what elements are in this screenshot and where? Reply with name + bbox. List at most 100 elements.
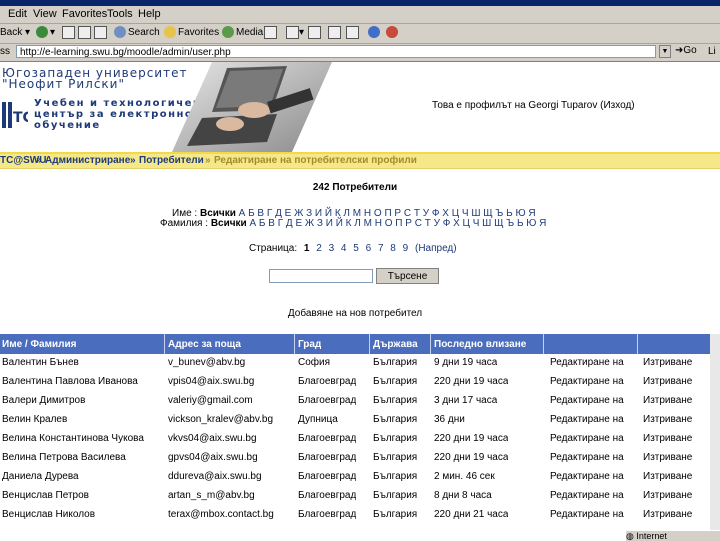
delete-user-link[interactable]: Изтриване [643,490,692,501]
star-icon [164,26,176,39]
delete-user-link[interactable]: Изтриване [643,452,692,463]
delete-user-link[interactable]: Изтриване [643,376,692,387]
user-email[interactable]: vickson_kralev@abv.bg [168,414,292,425]
edit-user-link[interactable]: Редактиране на [550,376,624,387]
discuss-button[interactable] [346,26,359,40]
user-email[interactable]: vpis04@aix.swu.bg [168,376,292,387]
page-next-link[interactable]: (Напред) [415,243,457,254]
logged-in-info[interactable]: Това е профилът на Georgi Tuparov (Изход… [432,100,635,111]
refresh-icon [78,26,91,39]
search-submit-button[interactable]: Търсене [376,268,439,284]
research-button[interactable] [386,26,400,40]
column-header-last-access[interactable]: Последно влизане [434,339,526,350]
go-button[interactable]: ➜Go [675,45,697,56]
user-name[interactable]: Валери Димитров [2,395,162,406]
column-header-city[interactable]: Град [298,339,321,350]
messenger-button[interactable] [368,26,382,40]
home-button[interactable] [94,26,107,40]
delete-user-link[interactable]: Изтриване [643,433,692,444]
user-email[interactable]: terax@mbox.contact.bg [168,509,292,520]
page-link-1[interactable]: 1 [304,243,310,254]
table-row: Валентина Павлова Иванова vpis04@aix.swu… [0,373,710,391]
address-dropdown-button[interactable]: ▼ [659,45,671,58]
user-email[interactable]: vkvs04@aix.swu.bg [168,433,292,444]
page-link-3[interactable]: 3 [329,243,335,254]
user-country: България [373,395,418,406]
history-button[interactable] [264,26,277,40]
column-header-name[interactable]: Име / Фамилия [2,339,76,350]
user-name[interactable]: Венцислав Николов [2,509,162,520]
column-header-email[interactable]: Адрес за поща [168,339,241,350]
user-email[interactable]: artan_s_m@abv.bg [168,490,292,501]
page-link-7[interactable]: 7 [378,243,384,254]
search-button[interactable]: Search [114,26,160,40]
forward-button[interactable]: ▾ [36,26,55,40]
delete-user-link[interactable]: Изтриване [643,509,692,520]
taskbar-internet-zone: ◍ Internet [626,530,720,541]
links-toolbar[interactable]: Li [708,44,720,61]
add-user-link[interactable]: Добавяне на нов потребител [0,308,710,319]
research-icon [386,26,398,39]
column-header-country[interactable]: Държава [373,339,418,350]
favorites-button[interactable]: Favorites [164,26,219,40]
user-search-input[interactable] [269,269,373,283]
edit-user-link[interactable]: Редактиране на [550,357,624,368]
print-icon [308,26,321,39]
media-button[interactable]: Media [222,26,263,40]
delete-user-link[interactable]: Изтриване [643,357,692,368]
user-country: България [373,376,418,387]
media-icon [222,26,234,39]
search-icon [114,26,126,39]
page-link-2[interactable]: 2 [316,243,322,254]
address-input[interactable]: http://e-learning.swu.bg/moodle/admin/us… [16,45,656,58]
edit-user-link[interactable]: Редактиране на [550,414,624,425]
page-link-9[interactable]: 9 [403,243,409,254]
table-row: Даниела Дурева ddureva@aix.swu.bg Благое… [0,468,710,486]
user-email[interactable]: gpvs04@aix.swu.bg [168,452,292,463]
user-country: България [373,490,418,501]
breadcrumb-admin[interactable]: Администриране [45,155,130,166]
page-link-4[interactable]: 4 [341,243,347,254]
edit-user-link[interactable]: Редактиране на [550,452,624,463]
user-name[interactable]: Валентина Павлова Иванова [2,376,162,387]
back-button[interactable]: Back ▾ [0,26,30,40]
edit-user-link[interactable]: Редактиране на [550,490,624,501]
edit-user-link[interactable]: Редактиране на [550,395,624,406]
menu-view[interactable]: View [33,8,57,20]
print-button[interactable] [308,26,321,40]
page-scrollbar[interactable] [710,334,720,540]
page-link-6[interactable]: 6 [366,243,372,254]
user-name[interactable]: Венцислав Петров [2,490,162,501]
page-link-5[interactable]: 5 [353,243,359,254]
delete-user-link[interactable]: Изтриване [643,471,692,482]
filter-all-lastname[interactable]: Всички [211,218,247,229]
user-city: Благоевград [298,471,357,482]
user-city: Благоевград [298,395,357,406]
delete-user-link[interactable]: Изтриване [643,395,692,406]
menu-help[interactable]: Help [138,8,161,20]
delete-user-link[interactable]: Изтриване [643,414,692,425]
mail-button[interactable]: ▾ [286,26,304,40]
lastname-letters[interactable]: А Б В Г Д Е Ж З И Й К Л М Н О П Р С Т У … [249,218,546,229]
user-email[interactable]: valeriy@gmail.com [168,395,292,406]
user-name[interactable]: Велина Константинова Чукова [2,433,162,444]
user-email[interactable]: v_bunev@abv.bg [168,357,292,368]
user-name[interactable]: Велин Кралев [2,414,162,425]
edit-button[interactable] [328,26,341,40]
refresh-button[interactable] [78,26,91,40]
stop-button[interactable] [62,26,75,40]
user-name[interactable]: Даниела Дурева [2,471,162,482]
menu-favorites[interactable]: Favorites [62,8,107,20]
user-name[interactable]: Велина Петрова Василева [2,452,162,463]
breadcrumb-users[interactable]: Потребители [139,155,204,166]
menu-edit[interactable]: Edit [8,8,27,20]
page-link-8[interactable]: 8 [390,243,396,254]
table-row: Венцислав Петров artan_s_m@abv.bg Благое… [0,487,710,505]
menu-tools[interactable]: Tools [107,8,133,20]
breadcrumb-current: Редактиране на потребителски профили [214,155,417,166]
edit-user-link[interactable]: Редактиране на [550,471,624,482]
user-email[interactable]: ddureva@aix.swu.bg [168,471,292,482]
edit-user-link[interactable]: Редактиране на [550,509,624,520]
edit-user-link[interactable]: Редактиране на [550,433,624,444]
user-name[interactable]: Валентин Бънев [2,357,162,368]
